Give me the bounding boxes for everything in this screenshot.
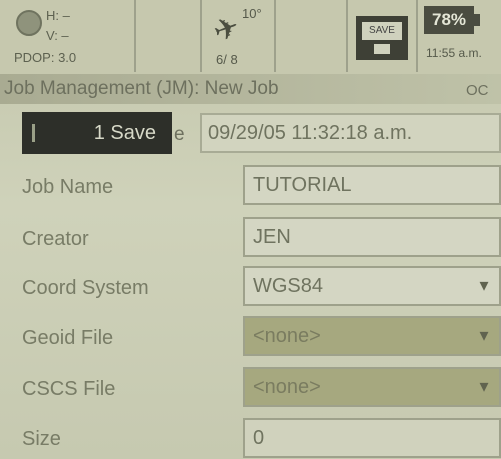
job-name-label: Job Name [22,176,114,198]
gps-panel[interactable]: H: ‒ V: ‒ PDOP: 3.0 [0,0,136,72]
geoid-file-select[interactable]: <none> ▾ [243,316,501,356]
battery-icon: 78% [424,6,474,34]
coord-system-label: Coord System [22,277,149,299]
battery-tip [474,14,480,26]
v-accuracy: V: ‒ [46,28,69,43]
title-bar: Job Management (JM): New Job OC [0,74,501,104]
disk-label: SAVE [362,22,402,40]
geoid-file-value: <none> [253,325,321,347]
coord-system-value: WGS84 [253,275,324,297]
hidden-label-tail: e [174,124,185,145]
floppy-disk-icon: SAVE [356,16,408,60]
satellite-count: 6/ 8 [216,52,238,67]
created-datetime: 09/29/05 11:32:18 a.m. [200,113,501,153]
creator-label: Creator [22,228,89,250]
status-cell-empty-2 [276,0,348,72]
satellite-icon: ✈ [209,9,245,50]
chevron-down-icon[interactable]: ▾ [469,268,499,304]
save-button[interactable]: 1 Save [22,112,172,154]
device-screen: H: ‒ V: ‒ PDOP: 3.0 ✈ 10° 6/ 8 SAVE 78% … [0,0,501,459]
size-label: Size [22,428,61,450]
save-shortcut-icon [32,124,47,142]
clock: 11:55 a.m. [426,46,482,60]
battery-panel[interactable]: 78% 11:55 a.m. [418,0,501,72]
storage-panel[interactable]: SAVE [348,0,418,72]
cscs-file-select[interactable]: <none> ▾ [243,367,501,407]
coord-system-select[interactable]: WGS84 ▾ [243,266,501,306]
save-button-label: 1 Save [93,121,156,144]
status-cell-empty [136,0,202,72]
elevation-mask: 10° [242,6,262,21]
pdop-value: PDOP: 3.0 [14,50,77,65]
cscs-file-label: CSCS File [22,378,116,400]
satellite-panel[interactable]: ✈ 10° 6/ 8 [202,0,276,72]
gps-icon [16,10,42,36]
chevron-down-icon[interactable]: ▾ [469,318,499,354]
h-accuracy: H: ‒ [46,8,70,23]
geoid-file-label: Geoid File [22,327,114,349]
page-title: Job Management (JM): New Job [4,78,279,99]
title-suffix[interactable]: OC [466,82,489,99]
size-field: 0 [243,418,501,458]
job-name-field[interactable]: TUTORIAL [243,165,501,205]
disk-slot [374,44,390,54]
status-bar: H: ‒ V: ‒ PDOP: 3.0 ✈ 10° 6/ 8 SAVE 78% … [0,0,501,74]
cscs-file-value: <none> [253,376,321,398]
creator-field[interactable]: JEN [243,217,501,257]
chevron-down-icon[interactable]: ▾ [469,369,499,405]
